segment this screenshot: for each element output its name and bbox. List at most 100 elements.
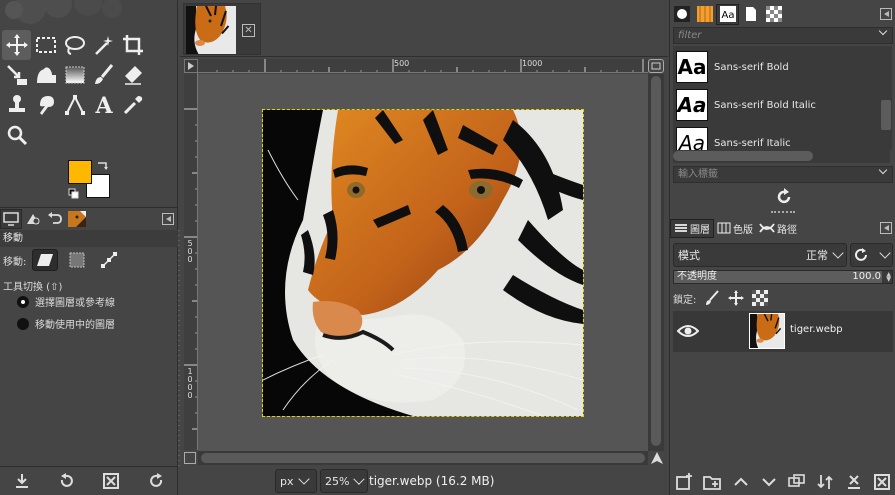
smudge-icon[interactable]: [31, 90, 60, 120]
layer-row[interactable]: tiger.webp: [673, 311, 893, 352]
radio-pick-layer-indicator: [17, 295, 29, 308]
layers-menu-button[interactable]: [880, 222, 892, 234]
lower-layer-icon[interactable]: [760, 473, 778, 491]
refresh-fonts-icon[interactable]: [774, 187, 794, 207]
hscroll-thumb[interactable]: [201, 453, 645, 463]
font-list-horizontal-scrollbar[interactable]: [673, 150, 880, 162]
tab-paths[interactable]: 路徑: [756, 219, 800, 238]
radio-pick-layer[interactable]: 選擇圖層或參考線: [17, 294, 115, 309]
duplicate-layer-icon[interactable]: [788, 473, 806, 491]
image-canvas[interactable]: [198, 74, 648, 451]
move-tool-icon[interactable]: [2, 30, 31, 60]
navigate-image-icon[interactable]: [650, 451, 664, 465]
font-list-vertical-scrollbar[interactable]: [880, 46, 892, 150]
zoom-image-button[interactable]: [648, 59, 664, 73]
svg-text:A: A: [94, 93, 113, 117]
unified-transform-icon[interactable]: [2, 60, 31, 90]
gradient-icon[interactable]: [60, 60, 89, 90]
canvas-horizontal-scrollbar[interactable]: [198, 451, 648, 465]
layer-mode-row: 模式 正常: [673, 242, 893, 268]
horizontal-ruler[interactable]: 500 1000: [198, 59, 648, 73]
layer-composite-dropdown[interactable]: [850, 243, 893, 267]
quick-mask-toggle[interactable]: [184, 452, 196, 464]
layer-mode-dropdown[interactable]: 模式 正常: [673, 243, 847, 267]
chevron-down-icon[interactable]: [878, 26, 888, 36]
visibility-eye-icon[interactable]: [677, 322, 699, 340]
lock-alpha-icon[interactable]: [752, 290, 769, 306]
tab-layers[interactable]: 圖層: [670, 218, 714, 238]
tiger-image[interactable]: [262, 109, 584, 417]
warp-transform-icon[interactable]: [31, 60, 60, 90]
reset-colors-icon[interactable]: [68, 188, 80, 200]
tab-templates[interactable]: [762, 4, 785, 25]
delete-options-icon[interactable]: [102, 472, 120, 490]
fuzzy-select-icon[interactable]: [89, 30, 118, 60]
tab-undo-history[interactable]: [44, 209, 66, 229]
new-layer-icon[interactable]: [675, 472, 693, 491]
unit-dropdown[interactable]: px: [275, 469, 317, 493]
image-tab-tiger[interactable]: ✕: [183, 3, 261, 55]
reset-options-icon[interactable]: [147, 472, 165, 490]
opacity-spin-icon[interactable]: ▲ ▼: [886, 272, 891, 283]
font-vscroll-thumb[interactable]: [881, 100, 891, 130]
tab-fonts[interactable]: Aa: [716, 3, 739, 25]
font-filter-placeholder: filter: [678, 30, 702, 41]
layers-dock-tabs: 圖層 色版 路徑: [670, 218, 895, 238]
font-item-sans-bold[interactable]: Aa Sans-serif Bold: [676, 49, 789, 85]
image-tabs-bar: ✕: [180, 0, 668, 57]
layer-mask-icon[interactable]: [845, 473, 863, 491]
ruler-menu-button[interactable]: [184, 59, 198, 73]
font-tag-input[interactable]: 輸入標籤: [673, 165, 893, 183]
close-image-tab-icon[interactable]: ✕: [242, 24, 255, 37]
tab-channels[interactable]: 色版: [714, 219, 756, 238]
raise-layer-icon[interactable]: [732, 473, 750, 491]
paths-icon[interactable]: [60, 90, 89, 120]
tab-tool-options[interactable]: [0, 208, 22, 229]
fonts-menu-button[interactable]: [880, 8, 892, 20]
tab-patterns[interactable]: [693, 4, 716, 25]
zoom-dropdown[interactable]: 25%: [320, 469, 368, 493]
vertical-ruler[interactable]: 500 1000 500 1000: [184, 73, 198, 450]
merge-layer-icon[interactable]: [816, 473, 834, 491]
color-picker-icon[interactable]: [118, 90, 147, 120]
tab-documents[interactable]: [739, 4, 762, 25]
paintbrush-icon[interactable]: [89, 60, 118, 90]
opacity-slider[interactable]: 不透明度 100.0 ▲ ▼: [673, 270, 893, 284]
new-layer-group-icon[interactable]: [703, 473, 722, 491]
save-options-icon[interactable]: [13, 472, 31, 490]
text-tool-icon[interactable]: A: [89, 90, 118, 120]
restore-options-icon[interactable]: [58, 472, 76, 490]
radio-move-active-layer[interactable]: 移動使用中的圖層: [17, 316, 115, 331]
font-filter-input[interactable]: filter: [673, 26, 893, 44]
lock-pixels-icon[interactable]: [704, 290, 720, 306]
delete-layer-icon[interactable]: [873, 473, 891, 491]
image-window: ✕ 500 1000 5 0 0 1 0 0 0 px 25% tiger.we…: [180, 0, 668, 495]
layer-list-area[interactable]: [673, 352, 893, 464]
dock-separator-grip[interactable]: [771, 211, 795, 215]
vscroll-thumb[interactable]: [651, 76, 661, 446]
move-path-mode-button[interactable]: [96, 249, 122, 271]
tab-brushes[interactable]: [670, 4, 693, 25]
tab-images[interactable]: [66, 209, 88, 229]
tool-grid: A: [2, 30, 176, 150]
font-item-sans-bold-italic[interactable]: Aa Sans-serif Bold Italic: [676, 87, 816, 123]
free-select-icon[interactable]: [60, 30, 89, 60]
chevron-down-icon: [832, 247, 844, 259]
crop-icon[interactable]: [118, 30, 147, 60]
clone-icon[interactable]: [2, 90, 31, 120]
tab-device-status[interactable]: [22, 209, 44, 229]
radio-move-active-indicator: [17, 317, 29, 330]
font-hscroll-thumb[interactable]: [673, 151, 813, 161]
eraser-icon[interactable]: [118, 60, 147, 90]
swap-colors-icon[interactable]: [96, 160, 110, 172]
move-layer-mode-button[interactable]: [32, 249, 59, 271]
lock-position-icon[interactable]: [728, 290, 745, 306]
rect-select-icon[interactable]: [31, 30, 60, 60]
zoom-icon[interactable]: [2, 120, 31, 150]
tool-options-menu-button[interactable]: [162, 212, 174, 225]
chevron-down-icon[interactable]: [878, 165, 888, 175]
foreground-color-swatch[interactable]: [68, 160, 92, 184]
move-selection-mode-button[interactable]: [64, 249, 90, 271]
canvas-vertical-scrollbar[interactable]: [648, 74, 664, 451]
layer-name: tiger.webp: [790, 324, 843, 335]
